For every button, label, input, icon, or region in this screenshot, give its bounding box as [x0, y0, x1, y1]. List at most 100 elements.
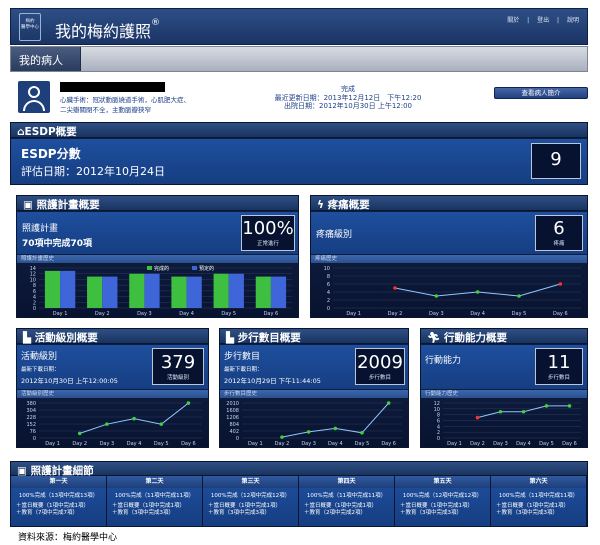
data-point — [567, 404, 572, 408]
day-education-link[interactable]: ＋教育（3項中完成3項） — [491, 510, 586, 517]
bar — [186, 276, 202, 308]
pain-body: 疼痛級別 6 疼痛 — [311, 212, 587, 254]
discharge-date: 出院日期：2012年10月30日 上午12:00 — [283, 102, 413, 110]
y-tick-label: 228 — [26, 415, 36, 421]
day-column: 第六天 100%完成（11項中完成11項） ＋當日概要（1項中完成1項） ＋教育（3項… — [491, 476, 587, 526]
day-overview-link[interactable]: ＋當日概要（1項中完成1項） — [395, 500, 490, 510]
day-overview-link[interactable]: ＋當日概要（1項中完成1項） — [107, 500, 202, 510]
steps-label: 步行數目 — [224, 352, 261, 362]
day-education-link[interactable]: ＋教育（3項中完成3項） — [395, 510, 490, 517]
activity-caption: 活動級別 — [166, 375, 189, 381]
diagnosis-line1: 心臟手術：冠狀動脈繞道手術，心肌肥大症、 — [60, 96, 190, 104]
day-summary: 100%完成（11項中完成11項） — [114, 493, 195, 499]
x-tick-label: Day 1 — [346, 311, 361, 317]
day-overview-link[interactable]: ＋當日概要（1項中完成1項） — [491, 500, 586, 510]
bar — [213, 273, 229, 308]
about-link[interactable]: 關於 — [507, 17, 519, 24]
y-tick-label: 2010 — [226, 401, 239, 407]
x-tick-label: Day 5 — [355, 441, 370, 447]
view-profile-button[interactable]: 查看病人簡介 — [494, 87, 588, 99]
data-point — [517, 294, 521, 298]
diagnosis: 心臟手術：冠狀動脈繞道手術，心肌肥大症、 二尖瓣關閉不全，主動脈瓣狹窄 — [60, 95, 190, 115]
legend-label: 完成的 — [154, 265, 169, 272]
day-name: 第一天 — [11, 476, 106, 488]
running-icon: 🏃︎ — [427, 332, 444, 344]
x-tick-label: Day 2 — [388, 311, 403, 317]
steps-caption: 步行數目 — [368, 375, 391, 381]
steps-title: 步行數目概要 — [237, 332, 301, 344]
day-column: 第一天 100%完成（13項中完成13項） ＋當日概要（1項中完成1項） ＋教育（7項… — [11, 476, 107, 526]
care-plan-label: 照護計畫 — [22, 224, 59, 234]
x-tick-label: Day 4 — [127, 441, 142, 447]
x-tick-label: Day 4 — [516, 441, 531, 447]
day-summary: 100%完成（11項中完成11項） — [306, 493, 387, 499]
bar — [144, 273, 160, 308]
steps-value: 2009 — [357, 352, 403, 373]
activity-value-box: 379 活動級別 — [152, 348, 204, 385]
data-point — [475, 415, 480, 420]
y-tick-label: 6 — [327, 282, 330, 288]
y-tick-label: 804 — [229, 422, 239, 428]
day-name: 第五天 — [395, 476, 490, 488]
day-overview-link[interactable]: ＋當日概要（1項中完成1項） — [299, 500, 394, 510]
x-tick-label: Day 5 — [512, 311, 527, 317]
legend-swatch — [192, 266, 197, 270]
steps-history-bar: 步行數目歷史 — [220, 390, 408, 398]
day-overview-link[interactable]: ＋當日概要（1項中完成1項） — [11, 500, 106, 510]
activity-panel: ▙ 活動級別概要 活動級別 最新下載日期： 2012年10月30日 上午12:0… — [16, 328, 209, 448]
steps-latest-label: 最新下載日期： — [224, 367, 263, 373]
day-education-link[interactable]: ＋教育（7項中完成7項） — [11, 510, 106, 517]
pain-value-box: 6 疼痛 — [535, 215, 583, 251]
care-plan-history-bar: 照護計畫歷史 — [17, 255, 298, 263]
care-plan-chart: 14121086420Day 1 Day 2 Day 3 Day 4 Day 5 Day … — [17, 263, 298, 317]
lightning-icon: ϟ — [317, 199, 328, 211]
data-point — [544, 404, 549, 408]
esdp-score-label: ESDP分數 — [21, 147, 81, 161]
x-tick-label: Day 6 — [381, 441, 396, 447]
details-header: ▣ 照護計畫細節 — [11, 462, 587, 477]
data-point — [280, 435, 284, 439]
x-tick-label: Day 6 — [553, 311, 568, 317]
day-education-link[interactable]: ＋教育（2項中完成2項） — [299, 510, 394, 517]
chart-icon: ▙ — [226, 332, 238, 344]
mobility-value: 11 — [547, 352, 571, 373]
y-tick-label: 8 — [327, 274, 330, 280]
y-tick-label: 380 — [26, 401, 36, 407]
bar — [129, 273, 145, 308]
last-update: 最近更新日期：2013年12月12日 下午12:20 — [274, 93, 422, 102]
day-summary: 100%完成（13項中完成13項） — [18, 493, 99, 499]
data-point — [475, 290, 480, 294]
x-tick-label: Day 3 — [137, 311, 152, 317]
day-summary: 100%完成（11項中完成11項） — [498, 493, 579, 499]
x-tick-label: Day 1 — [53, 311, 68, 317]
data-point — [434, 294, 439, 298]
day-education-link[interactable]: ＋教育（3項中完成3項） — [107, 510, 202, 517]
x-tick-label: Day 6 — [181, 441, 196, 447]
day-overview-link[interactable]: ＋當日概要（1項中完成1項） — [203, 500, 298, 510]
y-tick-label: 1608 — [226, 408, 239, 414]
clipboard-icon: ▣ — [23, 199, 37, 211]
x-tick-label: Day 4 — [328, 441, 343, 447]
y-tick-label: 0 — [33, 306, 36, 312]
tab-my-patients[interactable]: 我的病人 — [11, 47, 81, 71]
app-header: 梅約 醫學中心 我的梅約護照® 關於 | 登出 | 說明 — [10, 8, 588, 45]
steps-chart: 2010160812068044020 Day 1 Day 2 Day 3 Day 4 D… — [220, 398, 408, 447]
help-link[interactable]: 說明 — [567, 17, 579, 24]
data-point — [159, 422, 164, 426]
data-point — [558, 282, 563, 286]
logout-link[interactable]: 登出 — [537, 17, 549, 24]
x-tick-label: Day 5 — [221, 311, 236, 317]
x-tick-label: Day 6 — [264, 311, 279, 317]
data-point — [306, 430, 311, 434]
x-tick-label: Day 4 — [179, 311, 194, 317]
home-icon: ⌂ — [17, 126, 25, 138]
day-education-link[interactable]: ＋教育（3項中完成3項） — [203, 510, 298, 517]
bar — [87, 276, 103, 308]
day-name: 第三天 — [203, 476, 298, 488]
care-plan-pct-caption: 正常進行 — [256, 241, 279, 247]
care-plan-pct-box: 100% 正常進行 — [241, 215, 295, 251]
mobility-body: 行動能力 11 步行數目 — [421, 345, 587, 389]
x-tick-label: Day 2 — [72, 441, 87, 447]
avatar — [18, 81, 50, 113]
status-text: 完成 — [341, 85, 355, 93]
